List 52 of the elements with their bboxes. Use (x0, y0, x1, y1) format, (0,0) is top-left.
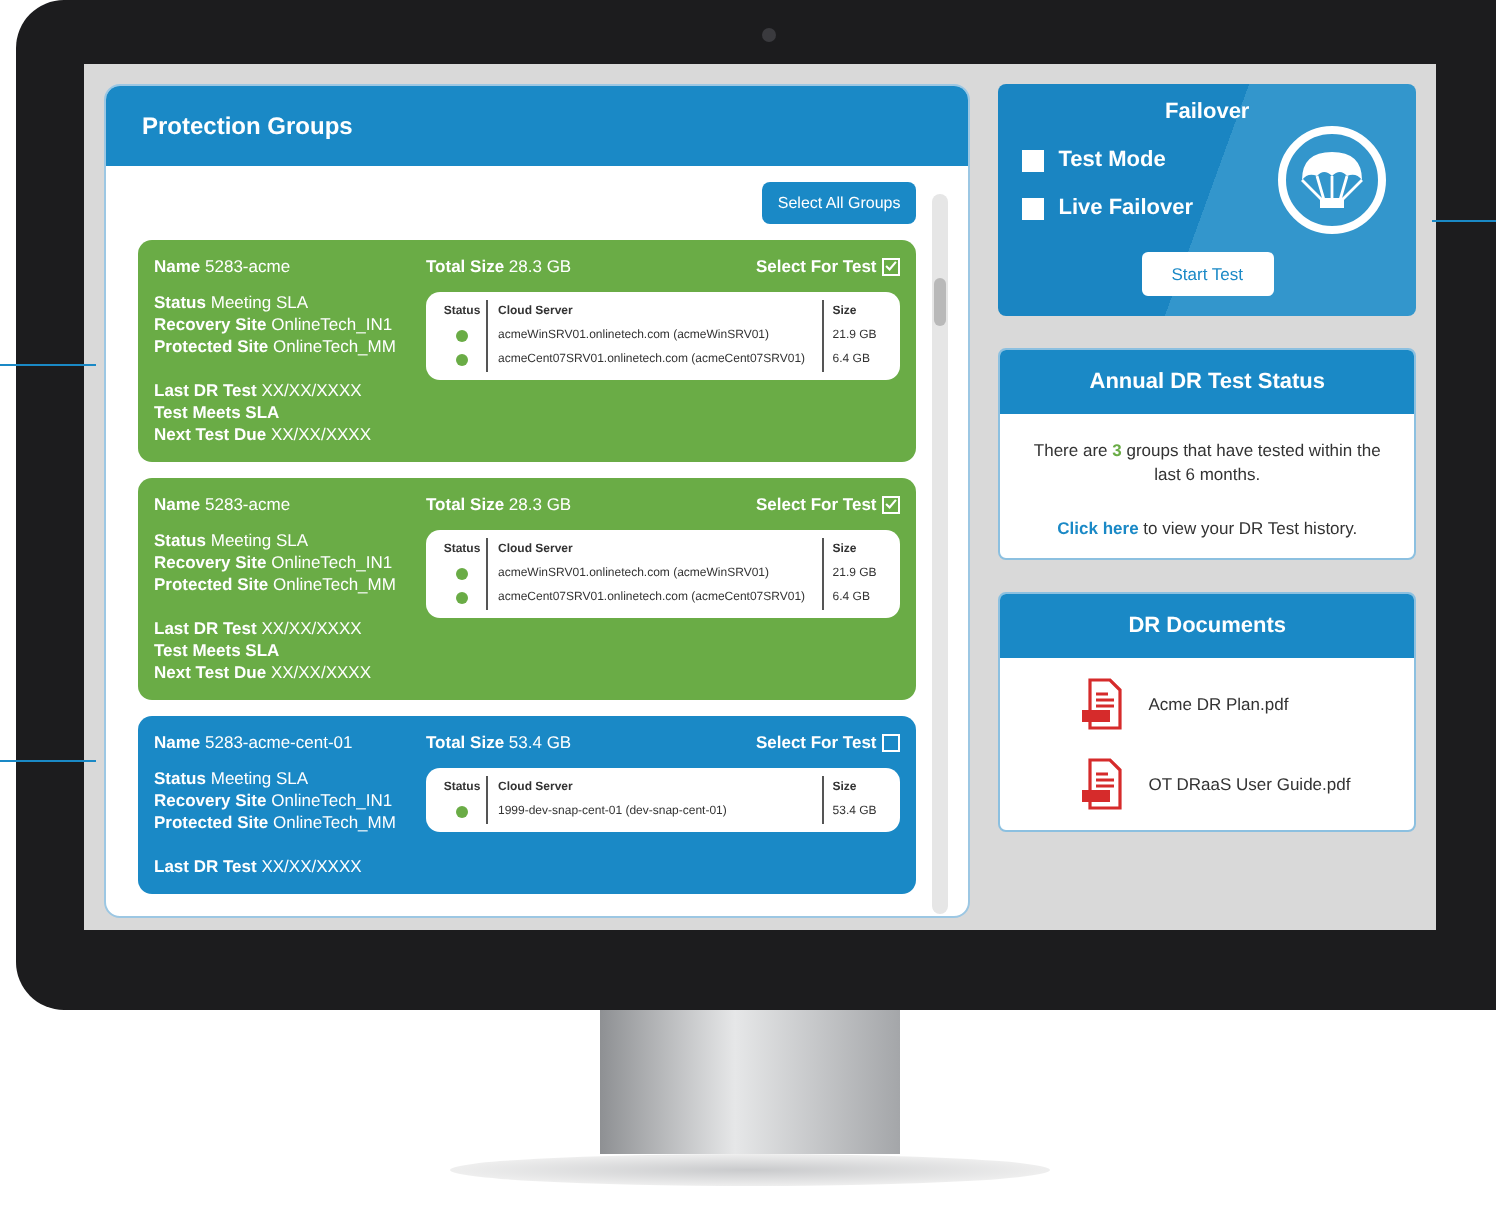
group-name: Name 5283-acme-cent-01 (154, 732, 355, 752)
total-size: Total Size 28.3 GB (426, 256, 574, 276)
select-for-test-label: Select For Test (755, 256, 877, 276)
select-all-groups-button[interactable]: Select All Groups (761, 182, 917, 224)
select-for-test-label: Select For Test (755, 494, 877, 514)
select-for-test-checkbox[interactable] (882, 257, 901, 275)
select-for-test-checkbox[interactable] (882, 733, 901, 751)
select-for-test-label: Select For Test (755, 732, 877, 752)
group-info-line: Status Meeting SLA (154, 292, 311, 314)
option-checkbox[interactable] (1022, 197, 1045, 219)
total-size: Total Size 53.4 GB (426, 732, 574, 752)
click-here-link[interactable]: Click here (1057, 518, 1139, 538)
group-info-line: Protected Site OnlineTech_MM (154, 336, 398, 358)
scrollbar[interactable] (932, 194, 949, 914)
scrollbar-thumb[interactable] (934, 278, 947, 326)
group-info-line: Recovery Site OnlineTech_IN1 (154, 552, 395, 574)
leader-line (0, 760, 96, 762)
pdf-file-icon[interactable] (1080, 678, 1125, 730)
group-info-line: Next Test Due XX/XX/XXXX (154, 662, 374, 684)
select-for-test-checkbox[interactable] (882, 495, 901, 513)
option-checkbox[interactable] (1022, 149, 1045, 171)
failover-title: Failover (1165, 100, 1250, 124)
parachute-icon (1276, 124, 1388, 236)
group-info-line: Test Meets SLA (154, 402, 282, 424)
panel-title: Protection Groups (106, 86, 969, 166)
leader-line (1432, 220, 1496, 222)
total-size: Total Size 28.3 GB (426, 494, 574, 514)
panel-title: DR Documents (1000, 594, 1414, 658)
camera-icon (762, 28, 776, 42)
group-info-line: Last DR Test XX/XX/XXXX (154, 380, 364, 402)
pdf-file-icon[interactable] (1080, 758, 1125, 810)
group-info-line: Recovery Site OnlineTech_IN1 (154, 314, 395, 336)
leader-line (0, 364, 96, 366)
group-name: Name 5283-acme (154, 256, 293, 276)
group-info-line: Status Meeting SLA (154, 768, 311, 790)
group-info-line: Recovery Site OnlineTech_IN1 (154, 790, 395, 812)
option-label: Live Failover (1058, 196, 1194, 220)
group-info-line: Next Test Due XX/XX/XXXX (154, 424, 374, 446)
group-info-line: Last DR Test XX/XX/XXXX (154, 856, 364, 878)
start-test-button[interactable]: Start Test (1141, 252, 1273, 296)
group-info-line: Protected Site OnlineTech_MM (154, 812, 398, 834)
option-label: Test Mode (1058, 148, 1166, 172)
group-info-line: Status Meeting SLA (154, 530, 311, 552)
group-name: Name 5283-acme (154, 494, 293, 514)
history-text: Click here to view your DR Test history. (1055, 518, 1360, 538)
group-info-line: Test Meets SLA (154, 640, 282, 662)
group-info-line: Protected Site OnlineTech_MM (154, 574, 398, 596)
document-link[interactable]: Acme DR Plan.pdf (1148, 694, 1289, 714)
document-link[interactable]: OT DRaaS User Guide.pdf (1148, 774, 1351, 794)
panel-title: Annual DR Test Status (1000, 350, 1414, 414)
summary-text: There are 3 groups that have tested within the last 6 months. (1031, 438, 1383, 486)
group-info-line: Last DR Test XX/XX/XXXX (154, 618, 364, 640)
